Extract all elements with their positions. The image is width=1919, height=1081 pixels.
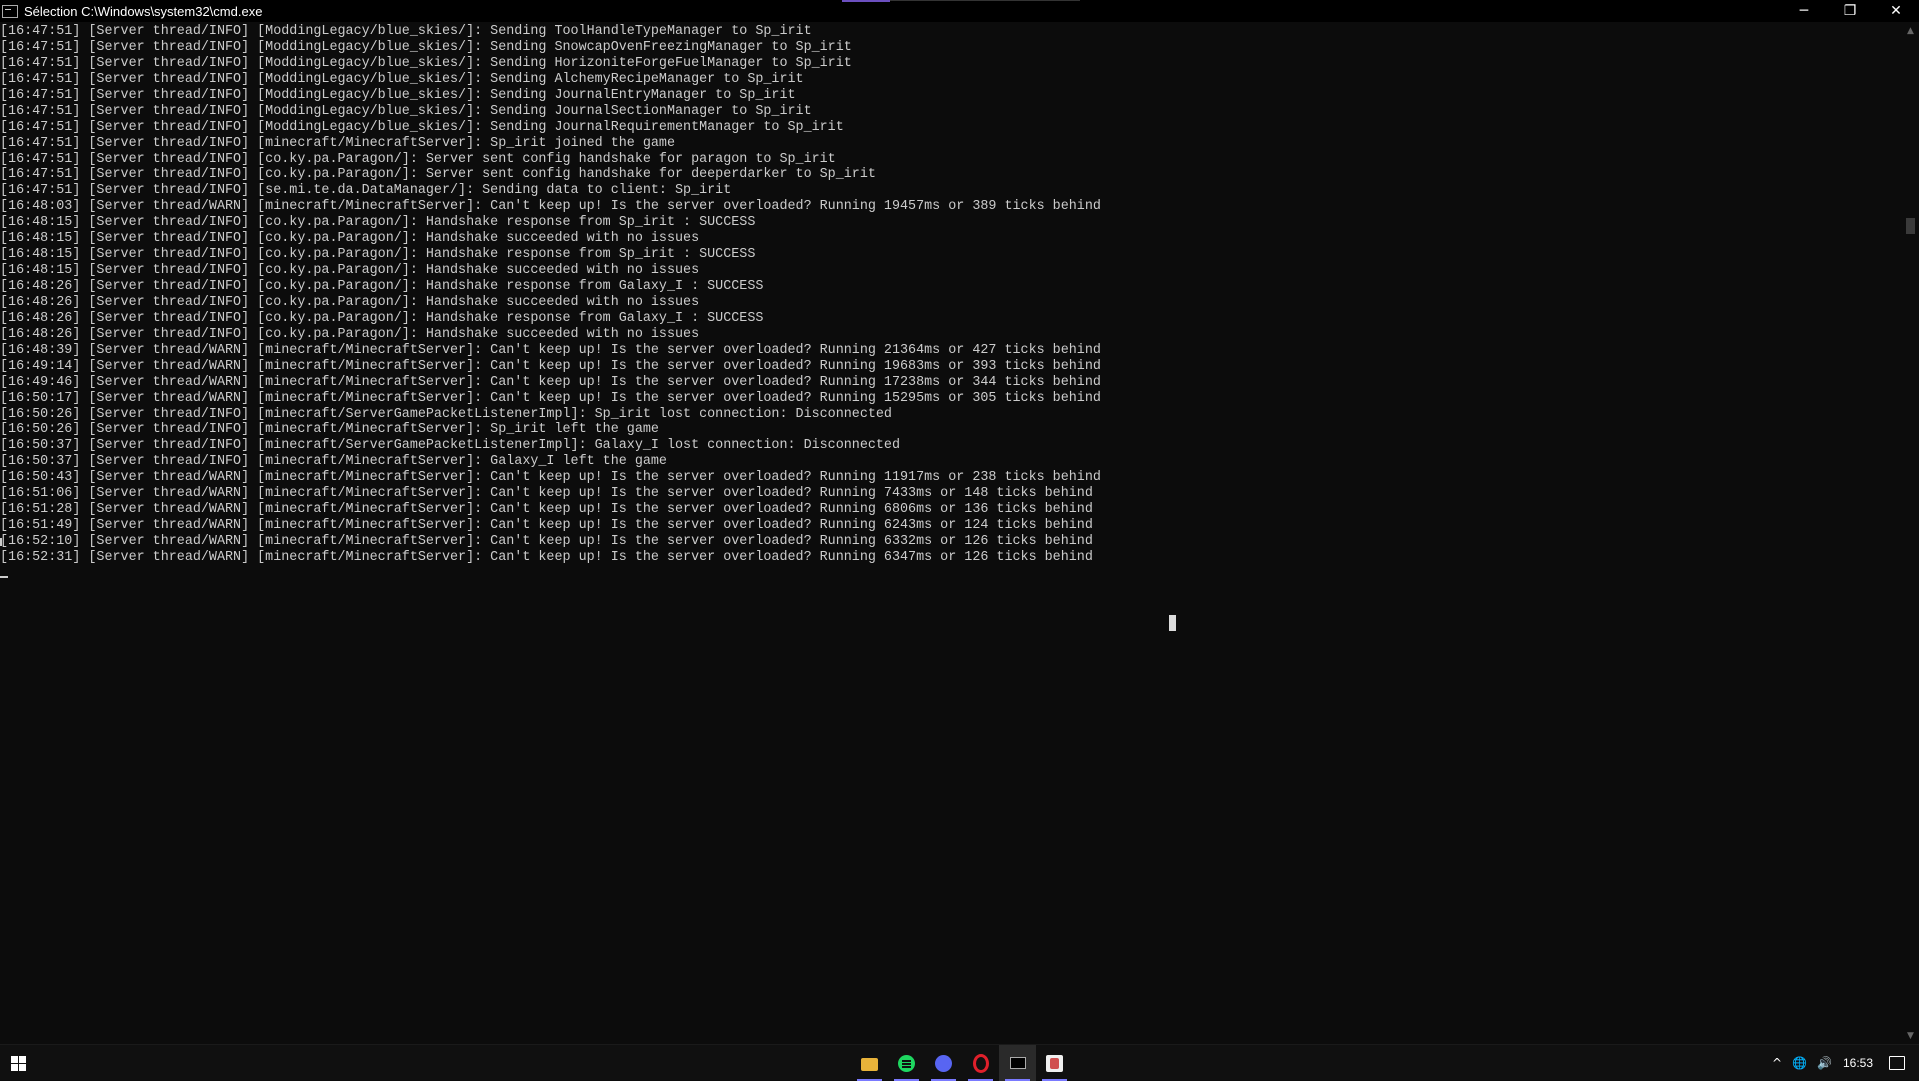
console-line: [16:50:37] [Server thread/INFO] [minecra… <box>0 454 667 470</box>
console-line: [16:51:28] [Server thread/WARN] [minecra… <box>0 502 1093 518</box>
console-line: [16:47:51] [Server thread/INFO] [Modding… <box>0 119 844 135</box>
taskbar-apps <box>851 1045 1073 1081</box>
console-line: [16:48:15] [Server thread/INFO] [co.ky.p… <box>0 247 756 263</box>
window-title: Sélection C:\Windows\system32\cmd.exe <box>24 3 263 19</box>
system-tray: ^ 🌐 🔊 16:53 <box>1767 1045 1919 1081</box>
accent-strip <box>842 0 890 2</box>
notification-icon[interactable] <box>1889 1056 1905 1070</box>
console-line: [16:48:15] [Server thread/INFO] [co.ky.p… <box>0 215 756 231</box>
taskbar-app-app[interactable] <box>1036 1045 1073 1081</box>
taskbar-app-spotify[interactable] <box>888 1045 925 1081</box>
console-line: [16:48:26] [Server thread/INFO] [co.ky.p… <box>0 294 700 310</box>
console-line: [16:47:51] [Server thread/INFO] [Modding… <box>0 103 812 119</box>
windows-logo-icon <box>10 1055 26 1071</box>
title-bar[interactable]: Sélection C:\Windows\system32\cmd.exe ─ … <box>0 0 1919 22</box>
console-line: [16:48:26] [Server thread/INFO] [co.ky.p… <box>0 326 700 342</box>
console-line: [16:48:15] [Server thread/INFO] [co.ky.p… <box>0 263 700 279</box>
spotify-icon <box>898 1054 915 1072</box>
console-line: [16:48:03] [Server thread/WARN] [minecra… <box>0 199 1101 215</box>
console-line: [16:47:51] [Server thread/INFO] [co.ky.p… <box>0 167 876 183</box>
console-line: [16:47:51] [Server thread/INFO] [Modding… <box>0 39 852 55</box>
console-line: [16:49:46] [Server thread/WARN] [minecra… <box>0 374 1101 390</box>
console-line: [16:48:39] [Server thread/WARN] [minecra… <box>0 342 1101 358</box>
close-button[interactable]: ✕ <box>1873 0 1919 22</box>
console-line: [16:48:26] [Server thread/INFO] [co.ky.p… <box>0 310 764 326</box>
accent-strip-2 <box>890 0 1080 1</box>
console-line: [16:48:26] [Server thread/INFO] [co.ky.p… <box>0 279 764 294</box>
console-line: [16:50:43] [Server thread/WARN] [minecra… <box>0 470 1101 486</box>
tray-chevron-icon[interactable]: ^ <box>1772 1056 1782 1070</box>
taskbar-app-discord[interactable] <box>925 1045 962 1081</box>
console-line: [16:47:51] [Server thread/INFO] [Modding… <box>0 24 812 39</box>
console-line: [16:52:10] [Server thread/WARN] [minecra… <box>0 534 1093 549</box>
console-line: [16:50:17] [Server thread/WARN] [minecra… <box>0 390 1101 406</box>
taskbar: ^ 🌐 🔊 16:53 <box>0 1044 1919 1081</box>
taskbar-app-cmd[interactable] <box>999 1045 1036 1081</box>
selection-marker <box>0 538 6 546</box>
console-line: [16:50:26] [Server thread/INFO] [minecra… <box>0 422 659 438</box>
text-cursor <box>0 575 8 578</box>
restore-button[interactable]: ❐ <box>1827 0 1873 22</box>
console-line: [16:51:06] [Server thread/WARN] [minecra… <box>0 486 1093 502</box>
console-output[interactable]: [16:47:51] [Server thread/INFO] [Modding… <box>0 24 1900 1044</box>
start-button[interactable] <box>0 1045 36 1081</box>
console-scrollbar[interactable]: ▲ ▼ <box>1902 22 1919 1044</box>
network-icon[interactable]: 🌐 <box>1792 1056 1807 1070</box>
cmd-app-icon <box>2 4 18 18</box>
clock[interactable]: 16:53 <box>1843 1056 1873 1070</box>
scroll-up-arrow-icon[interactable]: ▲ <box>1902 22 1919 39</box>
console-line: [16:47:51] [Server thread/INFO] [minecra… <box>0 135 675 151</box>
console-line: [16:47:51] [Server thread/INFO] [co.ky.p… <box>0 151 836 167</box>
console-line: [16:49:14] [Server thread/WARN] [minecra… <box>0 358 1101 374</box>
taskbar-app-file-explorer[interactable] <box>851 1045 888 1081</box>
console-line: [16:50:37] [Server thread/INFO] [minecra… <box>0 438 900 454</box>
opera-icon <box>972 1053 989 1073</box>
scroll-thumb[interactable] <box>1906 218 1915 234</box>
window-controls: ─ ❐ ✕ <box>1781 0 1919 22</box>
console-line: [16:51:49] [Server thread/WARN] [minecra… <box>0 518 1093 534</box>
console-line: [16:47:51] [Server thread/INFO] [Modding… <box>0 87 796 103</box>
console-line: [16:50:26] [Server thread/INFO] [minecra… <box>0 406 892 422</box>
console-line: [16:48:15] [Server thread/INFO] [co.ky.p… <box>0 231 700 247</box>
cmd-icon <box>1009 1057 1026 1069</box>
discord-icon <box>935 1054 952 1072</box>
folder-icon <box>861 1057 878 1071</box>
app6-icon <box>1046 1054 1063 1072</box>
scroll-down-arrow-icon[interactable]: ▼ <box>1902 1027 1919 1044</box>
console-line: [16:47:51] [Server thread/INFO] [se.mi.t… <box>0 183 732 199</box>
console-line: [16:47:51] [Server thread/INFO] [Modding… <box>0 55 852 71</box>
mouse-cursor <box>1169 615 1176 631</box>
console-line: [16:47:51] [Server thread/INFO] [Modding… <box>0 71 804 87</box>
volume-icon[interactable]: 🔊 <box>1817 1056 1832 1070</box>
minimize-button[interactable]: ─ <box>1781 0 1827 22</box>
taskbar-app-opera[interactable] <box>962 1045 999 1081</box>
console-line: [16:52:31] [Server thread/WARN] [minecra… <box>0 549 1093 565</box>
